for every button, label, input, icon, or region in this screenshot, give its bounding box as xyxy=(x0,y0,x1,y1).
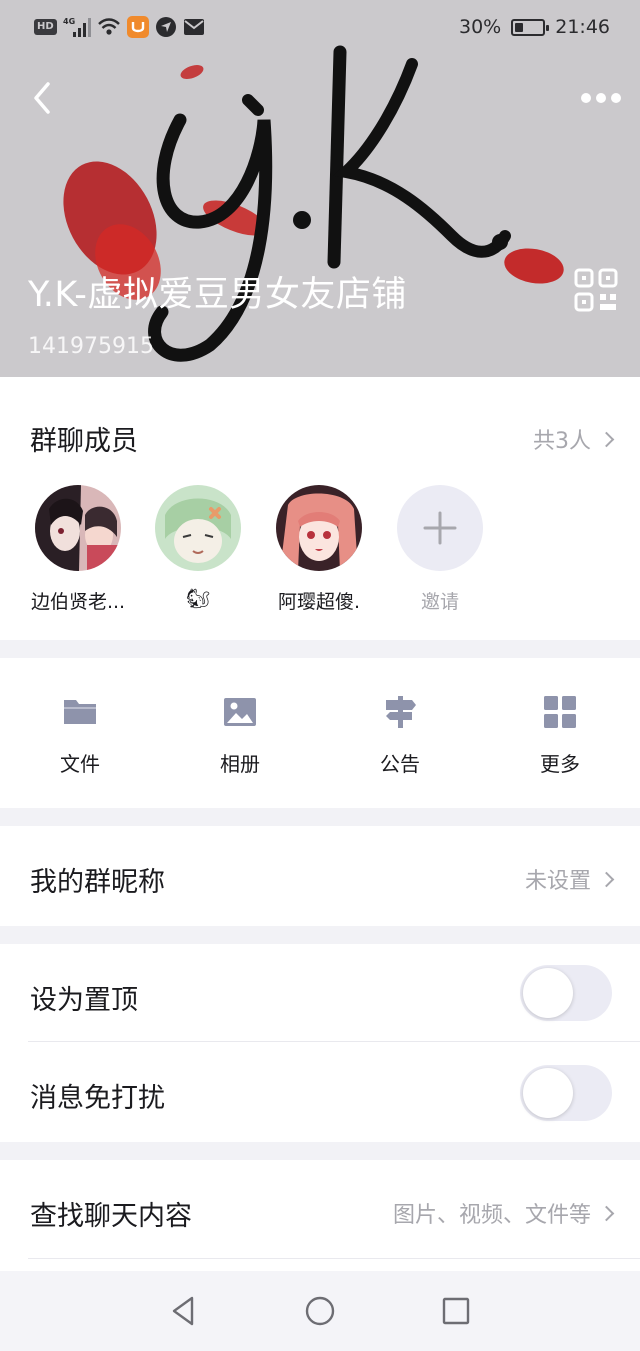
invite-circle xyxy=(397,485,483,571)
files-label: 文件 xyxy=(60,752,100,776)
album-button[interactable]: 相册 xyxy=(190,694,290,777)
toggle-knob xyxy=(523,1068,573,1118)
dnd-toggle[interactable] xyxy=(520,1065,612,1121)
pin-label: 设为置顶 xyxy=(30,985,138,1016)
member-name: 阿璎超傻. xyxy=(277,591,361,613)
avatar xyxy=(276,485,362,571)
browser-app-icon xyxy=(126,16,149,38)
dot-icon xyxy=(611,93,621,103)
group-id: 141975915 xyxy=(28,334,154,359)
group-name: Y.K-虚拟爱豆男女友店铺 xyxy=(28,275,407,315)
mail-icon xyxy=(183,19,204,35)
dot-icon xyxy=(581,93,591,103)
nav-back-icon[interactable] xyxy=(168,1295,200,1327)
clock: 21:46 xyxy=(555,16,610,38)
wifi-icon xyxy=(97,18,120,35)
hd-indicator: HD xyxy=(34,19,57,35)
status-bar: HD 4G 30% 21:46 xyxy=(0,0,640,56)
chevron-right-icon xyxy=(598,431,615,447)
battery-icon xyxy=(511,18,550,36)
grid-icon xyxy=(544,696,576,728)
qr-code-button[interactable] xyxy=(574,268,618,312)
member-item[interactable]: 🐿 xyxy=(143,485,253,610)
avatar xyxy=(35,485,121,571)
chevron-left-icon xyxy=(34,82,50,114)
battery-fill xyxy=(515,22,524,32)
chevron-right-icon xyxy=(598,871,615,887)
battery-percent: 30% xyxy=(459,16,502,38)
signal-icon: 4G xyxy=(63,17,91,37)
nickname-row[interactable]: 我的群昵称 未设置 xyxy=(0,826,640,926)
tools-section: 文件 相册 公告 更多 xyxy=(0,658,640,808)
members-title: 群聊成员 xyxy=(30,426,138,457)
qr-code-icon xyxy=(574,268,618,312)
files-button[interactable]: 文件 xyxy=(30,694,130,777)
member-name: 🐿 xyxy=(185,588,211,610)
album-label: 相册 xyxy=(220,752,260,776)
more-tools-button[interactable]: 更多 xyxy=(510,694,610,777)
toggle-knob xyxy=(523,968,573,1018)
invite-label: 邀请 xyxy=(420,591,459,613)
nav-home-icon[interactable] xyxy=(304,1295,336,1327)
search-history-row[interactable]: 查找聊天内容 图片、视频、文件等 xyxy=(0,1160,640,1271)
chat-settings-section: 设为置顶 消息免打扰 xyxy=(0,944,640,1142)
back-button[interactable] xyxy=(22,76,62,120)
dot-icon xyxy=(596,93,606,103)
more-options-button[interactable] xyxy=(576,82,626,114)
group-header: HD 4G 30% 21:46 Y.K-虚拟爱豆男女友店铺 141975915 xyxy=(0,0,640,377)
folder-icon xyxy=(64,700,96,724)
member-name: 边伯贤老... xyxy=(30,591,126,613)
signpost-icon xyxy=(386,696,416,728)
announcement-label: 公告 xyxy=(380,752,420,776)
member-item[interactable]: 边伯贤老... xyxy=(23,485,133,614)
search-history-hint: 图片、视频、文件等 xyxy=(392,1203,591,1228)
avatar xyxy=(155,485,241,571)
network-type: 4G xyxy=(63,17,75,26)
nickname-value: 未设置 xyxy=(524,869,591,894)
member-count: 共3人 xyxy=(533,429,591,454)
more-tools-label: 更多 xyxy=(540,752,580,776)
divider xyxy=(28,1041,640,1042)
member-item[interactable]: 阿璎超傻. xyxy=(264,485,374,614)
system-nav-bar xyxy=(0,1271,640,1351)
plus-icon xyxy=(423,511,457,545)
announcement-button[interactable]: 公告 xyxy=(350,694,450,777)
cover-art xyxy=(63,45,564,362)
location-app-icon xyxy=(155,17,176,37)
nickname-label: 我的群昵称 xyxy=(30,867,165,898)
dnd-label: 消息免打扰 xyxy=(30,1083,165,1114)
search-history-label: 查找聊天内容 xyxy=(30,1201,192,1232)
member-count-link[interactable]: 共3人 xyxy=(533,423,615,455)
pin-toggle[interactable] xyxy=(520,965,612,1021)
image-icon xyxy=(224,698,256,726)
chevron-right-icon xyxy=(598,1205,615,1221)
divider xyxy=(28,1258,640,1259)
invite-button[interactable]: 邀请 xyxy=(385,485,495,614)
nav-recents-icon[interactable] xyxy=(440,1295,472,1327)
